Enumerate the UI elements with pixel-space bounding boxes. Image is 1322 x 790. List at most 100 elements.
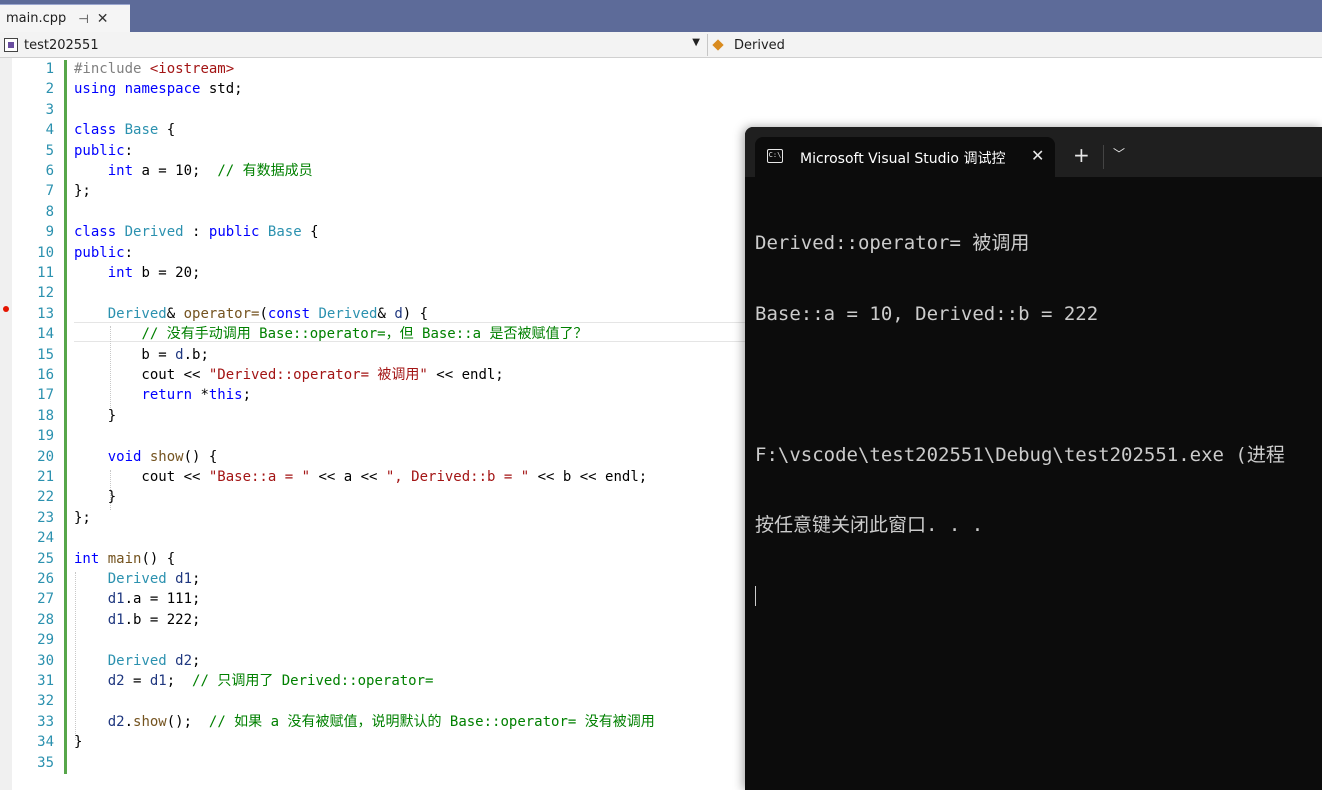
close-icon[interactable]: ✕ xyxy=(97,11,109,27)
code-text: Derived d2; xyxy=(107,652,201,669)
code-line[interactable]: 35 xyxy=(0,753,745,773)
terminal-tab-title: Microsoft Visual Studio 调试控 xyxy=(800,151,1006,167)
code-text: Derived d1; xyxy=(107,571,201,587)
class-icon xyxy=(714,39,728,51)
new-tab-button[interactable]: + xyxy=(1073,145,1090,165)
code-line[interactable]: 21 cout << "Base::a = " << a << ", Deriv… xyxy=(0,467,745,487)
code-text: } xyxy=(74,489,117,506)
output-line: 按任意键关闭此窗口. . . xyxy=(755,514,984,536)
code-line[interactable]: 20 void show() { xyxy=(0,447,745,467)
project-dropdown[interactable]: test202551 ▼ xyxy=(4,35,704,55)
code-line[interactable]: 1 #include <iostream> xyxy=(0,59,745,79)
line-number: 31 xyxy=(37,673,54,689)
line-number: 13 xyxy=(37,305,54,322)
line-number: 9 xyxy=(45,224,54,241)
code-text: cout << "Derived::operator= 被调用" << endl… xyxy=(74,367,504,383)
code-line[interactable]: 31 d2 = d1; // 只调用了 Derived::operator= xyxy=(0,671,745,691)
tab-label: main.cpp xyxy=(6,11,67,26)
line-number: 30 xyxy=(37,652,54,669)
code-text: void show() { xyxy=(107,448,218,465)
document-tab-strip: main.cpp ⊣ ✕ xyxy=(0,0,1322,32)
debug-console-window[interactable]: C:\ Microsoft Visual Studio 调试控 ✕ + ﹀ De… xyxy=(745,127,1322,790)
code-line[interactable]: 4 class Base { xyxy=(0,120,745,140)
line-number: 5 xyxy=(45,142,54,159)
chevron-down-icon[interactable]: ﹀ xyxy=(1113,145,1125,162)
line-number: 3 xyxy=(45,101,54,118)
code-text: b = d.b; xyxy=(74,346,209,363)
code-text: using namespace std; xyxy=(74,81,243,98)
project-name: test202551 xyxy=(24,37,99,53)
line-number: 12 xyxy=(37,285,54,302)
code-line[interactable]: 33 d2.show(); // 如果 a 没有被赋值，说明默认的 Base::… xyxy=(0,712,745,732)
code-text: } xyxy=(74,734,83,751)
line-number: 7 xyxy=(45,183,54,200)
chevron-down-icon[interactable]: ▼ xyxy=(692,37,700,48)
line-number: 29 xyxy=(37,632,54,649)
pin-icon[interactable]: ⊣ xyxy=(78,12,88,26)
code-line[interactable]: 12 xyxy=(0,283,745,303)
line-number: 16 xyxy=(37,367,54,383)
code-line[interactable]: 13 Derived& operator=(const Derived& d) … xyxy=(0,304,745,324)
code-line[interactable]: 29 xyxy=(0,630,745,650)
line-number: 25 xyxy=(37,550,54,567)
code-line[interactable]: 10 public: xyxy=(0,243,745,263)
output-line: F:\vscode\test202551\Debug\test202551.ex… xyxy=(755,443,1285,466)
code-line[interactable]: 19 xyxy=(0,426,745,446)
code-line[interactable]: 22 } xyxy=(0,487,745,507)
code-line[interactable]: 5 public: xyxy=(0,141,745,161)
code-line[interactable]: 25 int main() { xyxy=(0,549,745,569)
line-number: 26 xyxy=(37,571,54,587)
code-line[interactable]: 18 } xyxy=(0,406,745,426)
scope-dropdown[interactable]: Derived xyxy=(714,35,785,55)
close-icon[interactable]: ✕ xyxy=(1031,146,1044,165)
line-number: 35 xyxy=(37,754,54,771)
code-text: // 没有手动调用 Base::operator=，但 Base::a 是否被赋… xyxy=(141,326,588,343)
cursor-line xyxy=(755,585,1285,609)
code-text: int a = 10; // 有数据成员 xyxy=(107,163,313,179)
code-text: int b = 20; xyxy=(107,265,201,281)
output-line: Base::a = 10, Derived::b = 222 xyxy=(755,302,1099,325)
line-number: 19 xyxy=(37,428,54,445)
code-line[interactable]: 28 d1.b = 222; xyxy=(0,610,745,630)
code-line[interactable]: 23}; xyxy=(0,508,745,528)
line-number: 11 xyxy=(37,265,54,281)
code-line[interactable]: 2 using namespace std; xyxy=(0,79,745,99)
code-line[interactable]: 16 cout << "Derived::operator= 被调用" << e… xyxy=(0,365,745,385)
scope-name: Derived xyxy=(734,37,785,53)
code-line[interactable]: 7}; xyxy=(0,181,745,201)
terminal-output[interactable]: Derived::operator= 被调用 Base::a = 10, Der… xyxy=(755,185,1285,655)
code-line[interactable]: 15 b = d.b; xyxy=(0,345,745,365)
code-line[interactable]: 9 class Derived : public Base { xyxy=(0,222,745,242)
tab-main-cpp[interactable]: main.cpp ⊣ ✕ xyxy=(0,4,130,32)
code-line[interactable]: 6 int a = 10; // 有数据成员 xyxy=(0,161,745,181)
nav-divider xyxy=(707,34,708,56)
code-line[interactable]: 27 d1.a = 111; xyxy=(0,589,745,609)
text-cursor xyxy=(755,586,756,606)
code-line[interactable]: 26 Derived d1; xyxy=(0,569,745,589)
line-number: 23 xyxy=(37,509,54,526)
code-line[interactable]: 11 int b = 20; xyxy=(0,263,745,283)
line-number: 27 xyxy=(37,591,54,608)
code-text: d2.show(); // 如果 a 没有被赋值，说明默认的 Base::ope… xyxy=(107,713,655,730)
code-text: class Derived : public Base { xyxy=(74,224,319,241)
code-line[interactable]: 30 Derived d2; xyxy=(0,651,745,671)
code-line[interactable]: 34} xyxy=(0,732,745,752)
terminal-tab[interactable]: C:\ Microsoft Visual Studio 调试控 ✕ xyxy=(755,137,1055,177)
code-line[interactable]: 32 xyxy=(0,691,745,711)
line-number: 22 xyxy=(37,489,54,506)
line-number: 32 xyxy=(37,693,54,710)
line-number: 10 xyxy=(37,244,54,261)
code-text: Derived& operator=(const Derived& d) { xyxy=(107,305,429,322)
line-number: 1 xyxy=(45,61,54,77)
code-line[interactable]: 24 xyxy=(0,528,745,548)
code-line[interactable]: 17 return *this; xyxy=(0,385,745,405)
code-line[interactable]: 8 xyxy=(0,202,745,222)
line-number: 8 xyxy=(45,203,54,220)
code-text: d1.a = 111; xyxy=(107,591,201,608)
code-line[interactable]: 3 xyxy=(0,100,745,120)
line-number: 15 xyxy=(37,346,54,363)
code-line[interactable]: 14 // 没有手动调用 Base::operator=，但 Base::a 是… xyxy=(0,324,745,344)
line-number: 24 xyxy=(37,530,54,547)
line-number: 14 xyxy=(37,326,54,343)
